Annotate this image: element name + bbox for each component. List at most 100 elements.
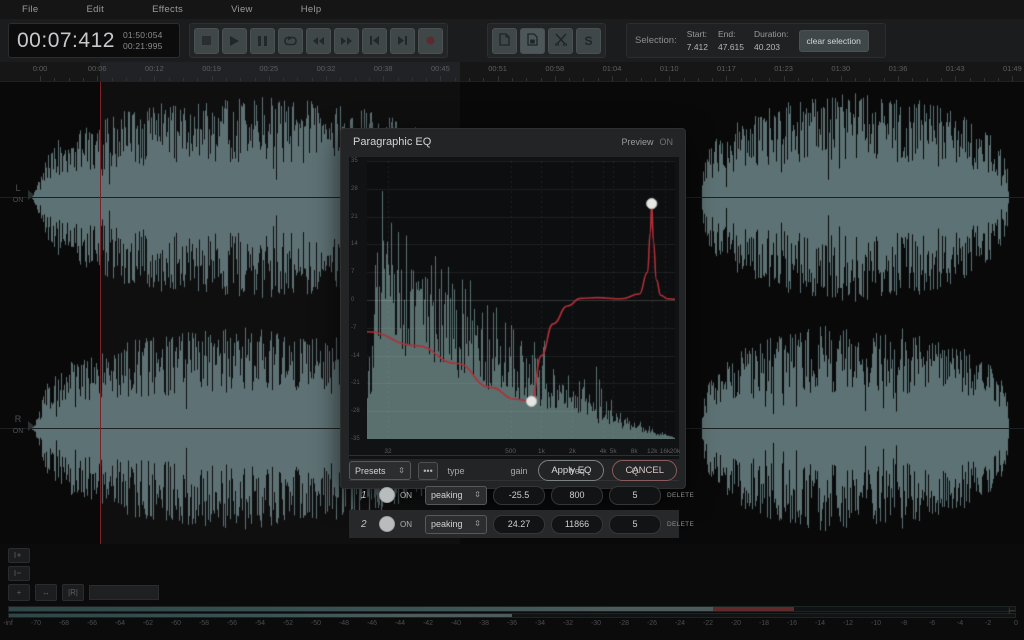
save-file-button[interactable] <box>520 28 545 54</box>
menu-item-view[interactable]: View <box>221 0 263 19</box>
eq-band-1-number: 1 <box>361 490 367 501</box>
select-button[interactable]: S <box>576 28 601 54</box>
meter-scale-tick: -46 <box>367 620 377 627</box>
eq-y-tick-label: 7 <box>351 269 354 275</box>
menu-item-effects[interactable]: Effects <box>142 0 193 19</box>
ruler-tick-mark <box>469 78 470 81</box>
ruler-tick-mark <box>641 78 642 81</box>
eq-band-2-delete-button[interactable]: DELETE <box>667 521 694 528</box>
menu-item-help[interactable]: Help <box>291 0 332 19</box>
ruler-tick-mark <box>69 78 70 81</box>
clear-selection-button[interactable]: clear selection <box>799 30 869 52</box>
link-channels-button[interactable]: |R| <box>62 584 84 601</box>
eq-x-tick-label: 2k <box>569 448 576 455</box>
stop-button[interactable] <box>194 28 219 54</box>
cancel-button[interactable]: CANCEL <box>612 460 677 481</box>
eq-band-1-q-input[interactable]: 5 <box>609 486 661 505</box>
ruler-tick-mark <box>998 78 999 81</box>
ruler-tick-mark <box>970 78 971 81</box>
eq-band-2-type-select[interactable]: peaking ⇳ <box>425 515 487 534</box>
eq-x-tick-label: 4k <box>600 448 607 455</box>
ruler-tick-mark <box>355 78 356 81</box>
eq-band-2-gain-input[interactable]: 24.27 <box>493 515 545 534</box>
pause-icon <box>258 36 267 46</box>
ruler-tick-mark <box>369 78 370 81</box>
add-marker-button[interactable]: + <box>8 584 30 601</box>
eq-band-1-freq-input[interactable]: 800 <box>551 486 603 505</box>
timecode-total: 01:50:054 <box>123 30 163 41</box>
eq-band-1-gain-input[interactable]: -25.5 <box>493 486 545 505</box>
eq-more-options-button[interactable]: ••• <box>418 462 438 480</box>
zoom-in-button[interactable] <box>8 548 30 563</box>
skip-start-icon <box>370 36 379 45</box>
meter-caret-icon: ⊢ <box>1008 606 1016 617</box>
meter-scale-tick: -12 <box>843 620 853 627</box>
record-button[interactable] <box>418 28 443 54</box>
eq-band-2-q-input[interactable]: 5 <box>609 515 661 534</box>
eq-band-2-freq-input[interactable]: 11866 <box>551 515 603 534</box>
track-left-state[interactable]: ON <box>10 196 26 207</box>
eq-curve-canvas[interactable] <box>367 161 675 439</box>
selection-duration-label: Duration: <box>754 28 789 40</box>
bottom-tool-row: + ↔ |R| <box>8 584 159 601</box>
fit-view-button[interactable]: ↔ <box>35 584 57 601</box>
eq-graph[interactable]: 3528211470-7-14-21-28-35 325001k2k4k5k8k… <box>349 157 679 459</box>
level-meter-scale: -inf-70-68-66-64-62-60-58-56-54-52-50-48… <box>8 620 1016 632</box>
meter-scale-tick: -2 <box>985 620 991 627</box>
meter-scale-tick: 0 <box>1014 620 1018 627</box>
menu-item-edit[interactable]: Edit <box>77 0 115 19</box>
zoom-out-icon <box>13 569 26 579</box>
track-right-state[interactable]: ON <box>10 427 26 438</box>
record-icon <box>426 36 435 45</box>
meter-scale-tick: -28 <box>619 620 629 627</box>
eq-band-2-number: 2 <box>361 519 367 530</box>
paragraphic-eq-dialog[interactable]: Paragraphic EQ Preview ON 3528211470-7-1… <box>340 128 686 489</box>
eq-band-1-enable-toggle[interactable] <box>379 487 395 503</box>
meter-mode-button[interactable] <box>89 585 159 600</box>
ruler-tick-mark <box>226 78 227 81</box>
ruler-tick-mark <box>197 78 198 81</box>
eq-presets-select[interactable]: Presets ⇳ <box>349 461 411 480</box>
loop-icon <box>284 36 297 46</box>
eq-titlebar[interactable]: Paragraphic EQ Preview ON <box>341 129 685 155</box>
eq-y-tick-label: -14 <box>351 353 360 359</box>
loop-button[interactable] <box>278 28 303 54</box>
timeline-ruler[interactable]: 0:0000:0600:1200:1900:2500:3200:3800:450… <box>0 62 1024 82</box>
ruler-tick-mark <box>698 78 699 81</box>
eq-band-2-enable-toggle[interactable] <box>379 516 395 532</box>
table-row[interactable]: 1 ON peaking ⇳ -25.5 800 5 DELETE <box>349 481 679 509</box>
fast-forward-button[interactable] <box>334 28 359 54</box>
rewind-button[interactable] <box>306 28 331 54</box>
ruler-tick-mark <box>183 78 184 81</box>
apply-eq-button[interactable]: Apply EQ <box>538 460 604 481</box>
eq-band-1-type-select[interactable]: peaking ⇳ <box>425 486 487 505</box>
ruler-tick-label: 01:17 <box>717 64 736 73</box>
play-button[interactable] <box>222 28 247 54</box>
chevron-updown-icon: ⇳ <box>474 520 481 528</box>
playhead[interactable] <box>100 82 101 544</box>
cut-button[interactable] <box>548 28 573 54</box>
skip-to-start-button[interactable] <box>362 28 387 54</box>
menu-item-file[interactable]: File <box>12 0 49 19</box>
ruler-tick-mark <box>126 78 127 81</box>
pause-button[interactable] <box>250 28 275 54</box>
ruler-tick-mark <box>569 78 570 81</box>
table-row[interactable]: 2 ON peaking ⇳ 24.27 11866 5 DELETE <box>349 510 679 538</box>
eq-preview-toggle[interactable]: Preview ON <box>621 137 673 147</box>
ruler-tick-mark <box>755 78 756 81</box>
timecode-display[interactable]: 00:07:412 01:50:054 00:21:995 <box>8 23 180 58</box>
eq-graph-plot[interactable] <box>367 161 675 439</box>
ruler-tick-label: 00:58 <box>545 64 564 73</box>
selection-info: Selection: Start: 7.412 End: 47.615 Dura… <box>626 23 886 58</box>
skip-to-end-button[interactable] <box>390 28 415 54</box>
eq-band-1-delete-button[interactable]: DELETE <box>667 492 694 499</box>
new-file-button[interactable] <box>492 28 517 54</box>
ruler-tick-mark <box>269 76 270 81</box>
ruler-tick-label: 01:49 <box>1003 64 1022 73</box>
zoom-out-button[interactable] <box>8 566 30 581</box>
stop-icon <box>202 36 211 45</box>
ruler-tick-label: 00:38 <box>374 64 393 73</box>
timecode-remaining: 00:21:995 <box>123 41 163 52</box>
eq-y-tick-label: 0 <box>351 297 354 303</box>
ruler-tick-label: 00:32 <box>317 64 336 73</box>
